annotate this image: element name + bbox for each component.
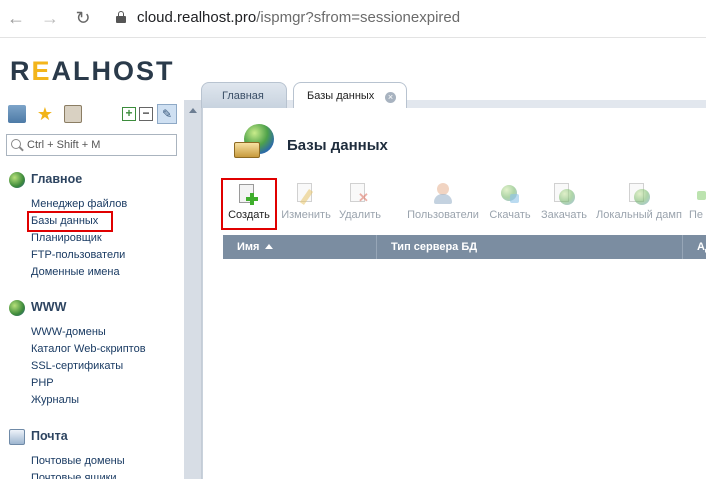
column-name-label: Имя [237, 241, 260, 253]
sort-ascending-icon [265, 244, 274, 249]
column-db-server-type[interactable]: Тип сервера БД [377, 235, 683, 259]
sidebar-item-ftp-users[interactable]: FTP-пользователи [31, 247, 127, 264]
sidebar-item-mailboxes[interactable]: Почтовые ящики [31, 470, 125, 479]
tree-view-icon[interactable] [8, 105, 26, 123]
users-label: Пользователи [407, 209, 479, 221]
search-icon [11, 139, 21, 149]
local-dump-label: Локальный дамп [596, 209, 682, 221]
address-bar[interactable]: cloud.realhost.pro/ispmgr?sfrom=sessione… [137, 9, 460, 26]
forward-arrow-icon[interactable]: → [40, 8, 60, 28]
delete-icon: ✕ [349, 183, 371, 205]
close-tab-icon[interactable]: × [385, 92, 396, 103]
table-header: Имя Тип сервера БД Ад [223, 235, 706, 259]
edit-icon [296, 183, 318, 205]
favorites-star-icon[interactable]: ★ [36, 105, 54, 123]
sidebar-group-title: WWW [31, 300, 67, 314]
mail-icon [9, 429, 25, 445]
next-action-label: Пе [689, 209, 704, 221]
edit-label: Изменить [281, 209, 331, 221]
sidebar-group-title: Почта [31, 429, 68, 443]
main-content: Базы данных Создать Изменить ✕ Удалить П… [202, 108, 706, 479]
local-dump-icon [628, 183, 650, 205]
tab-label: Базы данных [307, 90, 375, 102]
column-address-label: Ад [697, 241, 706, 253]
upload-button[interactable]: Закачать [538, 178, 590, 230]
column-address[interactable]: Ад [683, 235, 706, 259]
upload-icon [553, 183, 575, 205]
sidebar: ★ + − ✎ Главное Менеджер файлов Базы дан… [0, 100, 184, 479]
clipboard-icon[interactable] [64, 105, 82, 123]
url-path: /ispmgr?sfrom=sessionexpired [256, 9, 461, 26]
lock-icon[interactable] [116, 11, 126, 23]
menu-search [6, 134, 177, 156]
browser-toolbar: ← → ↻ cloud.realhost.pro/ispmgr?sfrom=se… [0, 0, 706, 38]
www-globe-icon [9, 300, 25, 316]
sidebar-toolbar: ★ + − ✎ [8, 104, 178, 125]
users-button[interactable]: Пользователи [405, 178, 481, 230]
sidebar-item-mail-domains[interactable]: Почтовые домены [31, 453, 125, 470]
pin-icon[interactable]: ✎ [157, 104, 177, 124]
page-title: Базы данных [287, 137, 388, 154]
reload-icon[interactable]: ↻ [73, 8, 93, 28]
sidebar-collapse-strip[interactable] [184, 100, 202, 479]
database-globe-icon [234, 124, 274, 164]
collapse-all-icon[interactable]: − [139, 107, 153, 121]
create-button[interactable]: Создать [221, 178, 277, 230]
menu-search-input[interactable] [27, 137, 172, 153]
sidebar-item-databases[interactable]: Базы данных [27, 211, 113, 232]
users-icon [432, 183, 454, 205]
globe-icon [9, 172, 25, 188]
sidebar-item-ssl-certificates[interactable]: SSL-сертификаты [31, 358, 146, 375]
tab-label: Главная [222, 90, 264, 102]
sidebar-item-scheduler[interactable]: Планировщик [31, 230, 127, 247]
create-icon [238, 184, 260, 206]
delete-button[interactable]: ✕ Удалить [337, 178, 383, 230]
url-host: cloud.realhost.pro [137, 9, 257, 26]
next-action-button[interactable]: Пе [689, 178, 706, 230]
realhost-logo: REALHOST [10, 56, 175, 86]
tab-main[interactable]: Главная [201, 82, 287, 108]
download-button[interactable]: Скачать [487, 178, 533, 230]
sidebar-item-php[interactable]: PHP [31, 375, 146, 392]
sidebar-item-www-domains[interactable]: WWW-домены [31, 324, 146, 341]
action-toolbar: Создать Изменить ✕ Удалить Пользователи … [221, 178, 706, 230]
expand-all-icon[interactable]: + [122, 107, 136, 121]
column-name[interactable]: Имя [223, 235, 377, 259]
delete-label: Удалить [339, 209, 381, 221]
column-db-server-type-label: Тип сервера БД [391, 241, 478, 253]
sidebar-item-logs[interactable]: Журналы [31, 392, 146, 409]
local-dump-button[interactable]: Локальный дамп [594, 178, 684, 230]
collapse-arrow-icon [189, 108, 197, 113]
sidebar-item-web-scripts[interactable]: Каталог Web-скриптов [31, 341, 146, 358]
sidebar-item-file-manager[interactable]: Менеджер файлов [31, 196, 127, 213]
tab-databases[interactable]: Базы данных × [293, 82, 407, 109]
sidebar-group-title: Главное [31, 172, 83, 186]
download-label: Скачать [489, 209, 531, 221]
create-label: Создать [228, 209, 270, 221]
next-action-icon [697, 183, 706, 205]
download-icon [499, 183, 521, 205]
sidebar-item-domain-names[interactable]: Доменные имена [31, 264, 127, 281]
back-arrow-icon[interactable]: ← [6, 8, 26, 28]
upload-label: Закачать [540, 209, 588, 221]
edit-button[interactable]: Изменить [279, 178, 333, 230]
